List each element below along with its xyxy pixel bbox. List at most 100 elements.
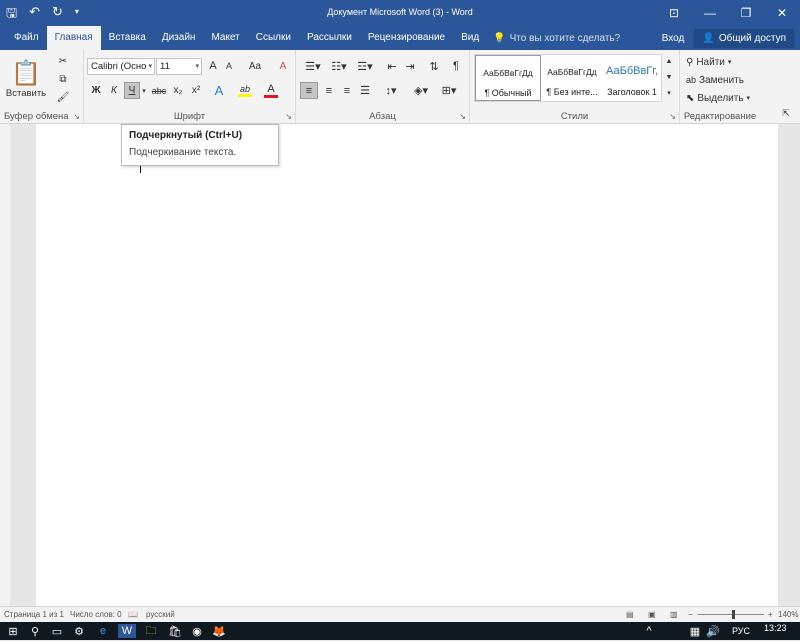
multilevel-list-icon[interactable]: ☲▾ <box>354 58 376 74</box>
language-indicator[interactable]: русский <box>146 610 175 619</box>
store-icon[interactable]: 🛍 <box>166 624 184 638</box>
edge-icon[interactable]: e <box>94 624 112 638</box>
zoom-level[interactable]: 140% <box>778 610 798 619</box>
font-name-dropdown[interactable]: Calibri (Осно ▾ <box>87 58 155 75</box>
tab-mailings[interactable]: Рассылки <box>299 26 360 50</box>
bullets-icon[interactable]: ☰▾ <box>302 58 324 74</box>
pilcrow-icon[interactable]: ¶ <box>448 58 464 74</box>
subscript-button[interactable]: x₂ <box>170 82 186 99</box>
task-view-icon[interactable]: ▭ <box>48 624 66 638</box>
cut-icon[interactable]: ✂ <box>56 54 70 68</box>
windows-start-icon[interactable]: ⊞ <box>4 624 22 638</box>
style-heading-1[interactable]: АаБбВвГг, Заголовок 1 <box>601 55 663 101</box>
style-no-spacing[interactable]: АаБбВвГгДд ¶ Без инте... <box>539 55 605 101</box>
format-painter-icon[interactable]: 🖌 <box>56 90 70 104</box>
borders-icon[interactable]: ⊞▾ <box>438 82 460 99</box>
underline-dropdown-icon[interactable]: ▾ <box>140 82 148 99</box>
font-launcher-icon[interactable]: ↘ <box>285 112 292 121</box>
share-button[interactable]: 👤 Общий доступ <box>694 28 794 48</box>
cursor-icon: ⬉ <box>686 92 695 104</box>
zoom-out-icon[interactable]: − <box>688 610 693 619</box>
increase-indent-icon[interactable]: ⇥ <box>402 58 418 74</box>
zoom-slider-thumb[interactable] <box>732 610 735 619</box>
sign-in-link[interactable]: Вход <box>662 33 685 44</box>
tab-layout[interactable]: Макет <box>203 26 247 50</box>
align-center-icon[interactable]: ≡ <box>320 82 338 99</box>
tab-insert[interactable]: Вставка <box>101 26 154 50</box>
search-icon[interactable]: ⚲ <box>26 624 44 638</box>
clipboard-group-label: Буфер обмена <box>4 111 69 122</box>
font-color-button[interactable]: A <box>260 82 282 99</box>
styles-scroll-down-icon[interactable]: ▼ <box>664 70 674 84</box>
find-button[interactable]: ⚲ Найти ▾ <box>686 54 731 70</box>
numbering-icon[interactable]: ☷▾ <box>328 58 350 74</box>
copy-icon[interactable]: ⧉ <box>56 72 70 86</box>
vertical-scrollbar[interactable] <box>788 124 800 606</box>
settings-icon[interactable]: ⚙ <box>70 624 88 638</box>
superscript-button[interactable]: x² <box>188 82 204 99</box>
grow-font-button[interactable]: A <box>206 58 220 74</box>
shading-icon[interactable]: ◈▾ <box>410 82 432 99</box>
chrome-icon[interactable]: ◉ <box>188 624 206 638</box>
word-count[interactable]: Число слов: 0 <box>70 610 122 619</box>
document-page[interactable] <box>36 124 778 606</box>
tab-design[interactable]: Дизайн <box>154 26 204 50</box>
bold-button[interactable]: Ж <box>88 82 104 99</box>
italic-button[interactable]: К <box>106 82 122 99</box>
proofing-icon[interactable]: 📖 <box>128 610 138 619</box>
clear-formatting-icon[interactable]: A <box>276 58 290 74</box>
replace-button[interactable]: ab Заменить <box>686 72 744 88</box>
maximize-icon[interactable]: ❐ <box>728 0 764 26</box>
shrink-font-button[interactable]: A <box>222 58 236 74</box>
line-spacing-icon[interactable]: ↕▾ <box>380 82 402 99</box>
styles-group: АаБбВвГгДд ¶ Обычный АаБбВвГгДд ¶ Без ин… <box>470 50 680 124</box>
read-mode-icon[interactable]: ▤ <box>626 610 634 619</box>
clock[interactable]: 13:23 <box>764 623 787 633</box>
styles-scroll-up-icon[interactable]: ▲ <box>664 54 674 68</box>
tell-me-box[interactable]: 💡 Что вы хотите сделать? <box>493 33 620 44</box>
select-button[interactable]: ⬉ Выделить ▾ <box>686 90 750 106</box>
paste-label: Вставить <box>5 88 47 99</box>
collapse-ribbon-icon[interactable]: ⇱ <box>778 106 794 120</box>
text-effects-icon[interactable]: A <box>210 82 228 99</box>
paste-button[interactable]: 📋 Вставить <box>6 54 46 104</box>
style-normal[interactable]: АаБбВвГгДд ¶ Обычный <box>475 55 541 101</box>
tab-review[interactable]: Рецензирование <box>360 26 453 50</box>
align-left-icon[interactable]: ≡ <box>300 82 318 99</box>
change-case-button[interactable]: Aa <box>244 58 266 74</box>
close-icon[interactable]: ✕ <box>764 0 800 26</box>
sort-icon[interactable]: ⇅ <box>426 58 442 74</box>
window-controls: ⊡ — ❐ ✕ <box>656 0 800 26</box>
word-app-icon[interactable]: W <box>118 624 136 638</box>
search-icon: ⚲ <box>686 56 694 68</box>
file-explorer-icon[interactable]: 🗀 <box>142 624 160 638</box>
decrease-indent-icon[interactable]: ⇤ <box>384 58 400 74</box>
tab-home[interactable]: Главная <box>46 26 101 50</box>
highlight-button[interactable]: ab <box>234 82 256 99</box>
tab-view[interactable]: Вид <box>453 26 487 50</box>
align-right-icon[interactable]: ≡ <box>338 82 356 99</box>
web-layout-icon[interactable]: ▥ <box>670 610 678 619</box>
zoom-in-icon[interactable]: + <box>768 610 773 619</box>
minimize-icon[interactable]: — <box>692 0 728 26</box>
tab-file[interactable]: Файл <box>6 26 47 50</box>
justify-icon[interactable]: ☰ <box>356 82 374 99</box>
tab-references[interactable]: Ссылки <box>248 26 299 50</box>
tell-me-placeholder: Что вы хотите сделать? <box>509 32 621 44</box>
firefox-icon[interactable]: 🦊 <box>210 624 228 638</box>
styles-launcher-icon[interactable]: ↘ <box>669 112 676 121</box>
ribbon-display-options-icon[interactable]: ⊡ <box>656 0 692 26</box>
tray-chevron-icon[interactable]: ^ <box>640 624 658 638</box>
styles-more-icon[interactable]: ▾ <box>664 86 674 100</box>
underline-button[interactable]: Ч <box>124 82 140 99</box>
keyboard-language[interactable]: РУС <box>732 626 750 636</box>
font-size-dropdown[interactable]: 11 ▾ <box>156 58 202 75</box>
print-layout-icon[interactable]: ▣ <box>648 610 656 619</box>
volume-icon[interactable]: 🔊 <box>704 624 722 638</box>
network-icon[interactable]: ▦ <box>686 624 704 638</box>
clipboard-launcher-icon[interactable]: ↘ <box>73 112 80 121</box>
strikethrough-button[interactable]: abc <box>150 82 168 99</box>
zoom-slider[interactable] <box>698 614 764 615</box>
paragraph-launcher-icon[interactable]: ↘ <box>459 112 466 121</box>
page-count[interactable]: Страница 1 из 1 <box>4 610 64 619</box>
